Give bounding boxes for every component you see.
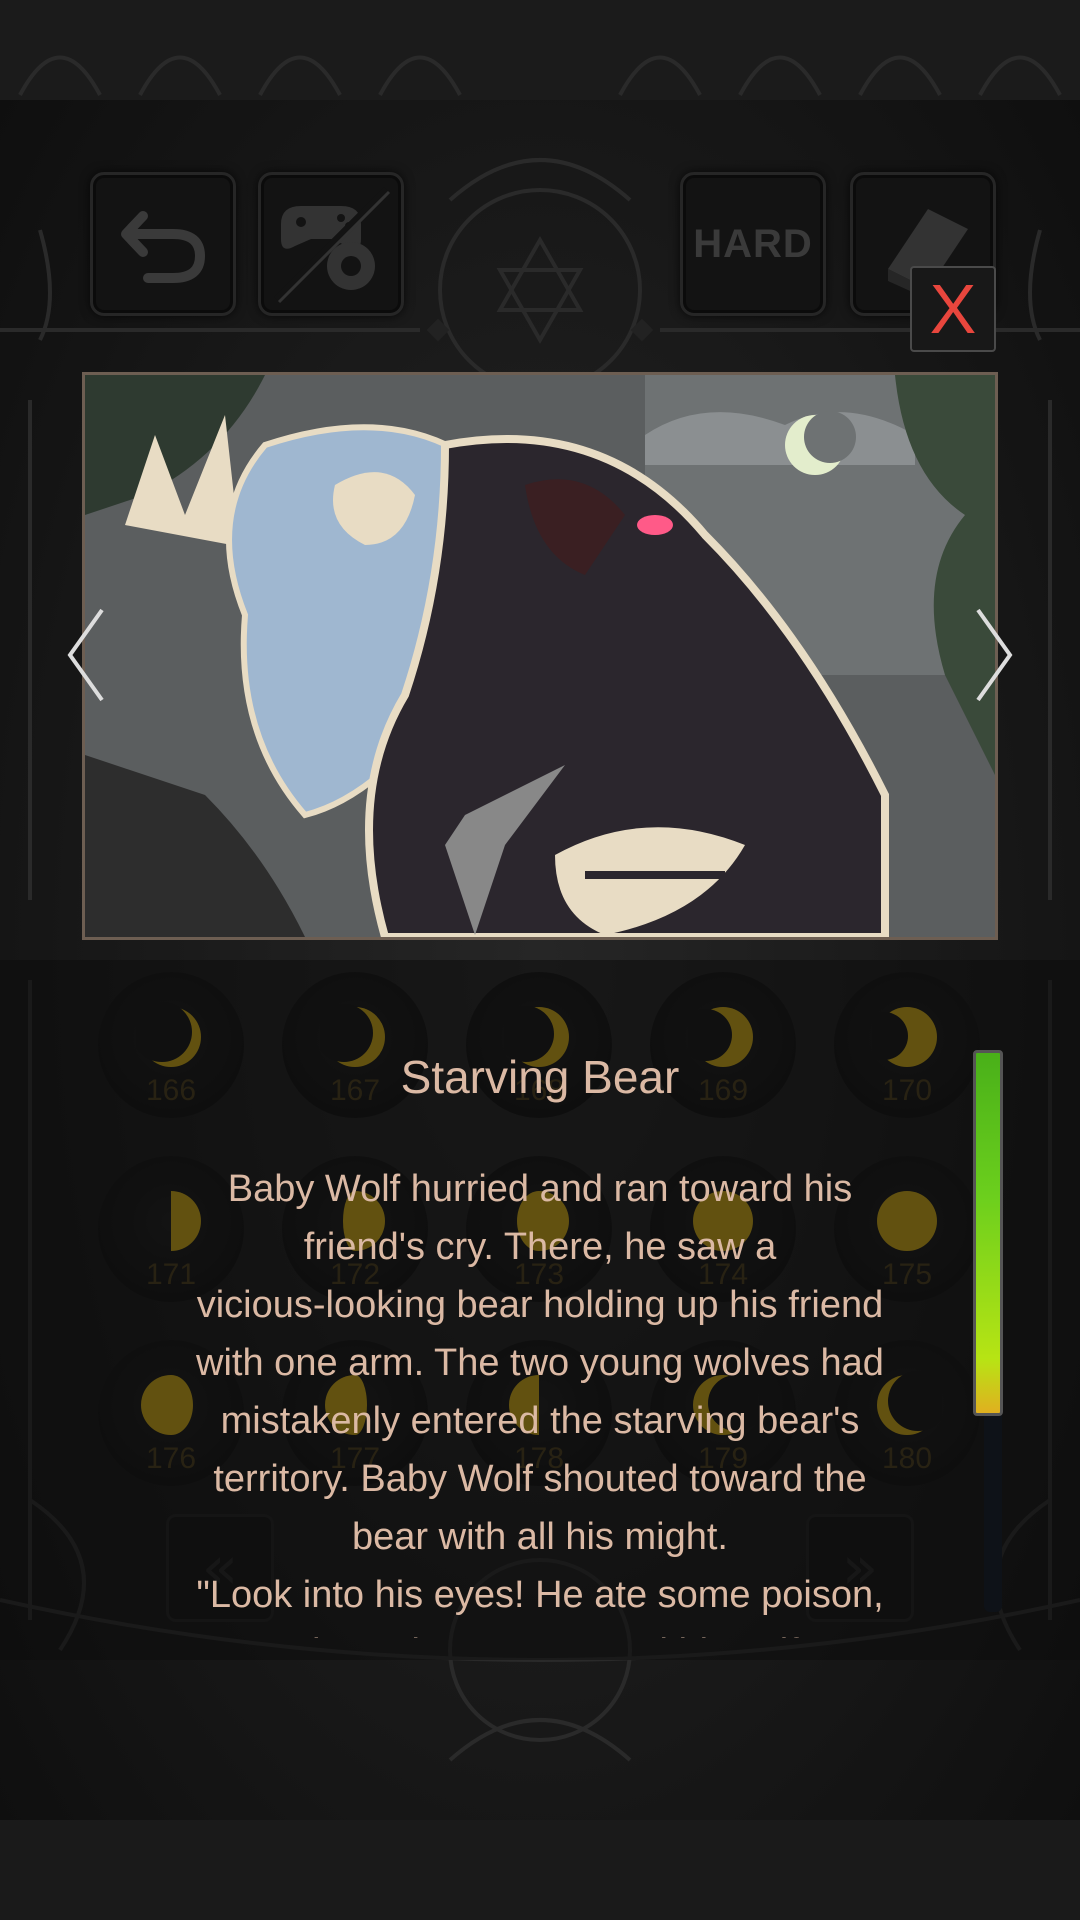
story-line: Baby Wolf hurried and ran toward his: [227, 1168, 853, 1210]
story-line: and now he can't control himself!": [130, 1624, 950, 1638]
story-line: friend's cry. There, he saw a: [303, 1226, 777, 1268]
story-text-scroll[interactable]: Baby Wolf hurried and ran toward his fri…: [130, 1160, 950, 1638]
story-line: with one arm. The two young wolves had: [196, 1342, 884, 1384]
story-line: mistakenly entered the starving bear's: [220, 1400, 860, 1442]
story-line: territory. Baby Wolf shouted toward the: [213, 1458, 867, 1500]
story-line: bear with all his might.: [352, 1516, 728, 1558]
story-scrollbar-thumb[interactable]: [973, 1050, 1003, 1416]
story-line: "Look into his eyes! He ate some poison,: [196, 1574, 884, 1616]
story-line: vicious-looking bear holding up his frie…: [196, 1284, 884, 1326]
story-title: Starving Bear: [400, 1051, 680, 1103]
